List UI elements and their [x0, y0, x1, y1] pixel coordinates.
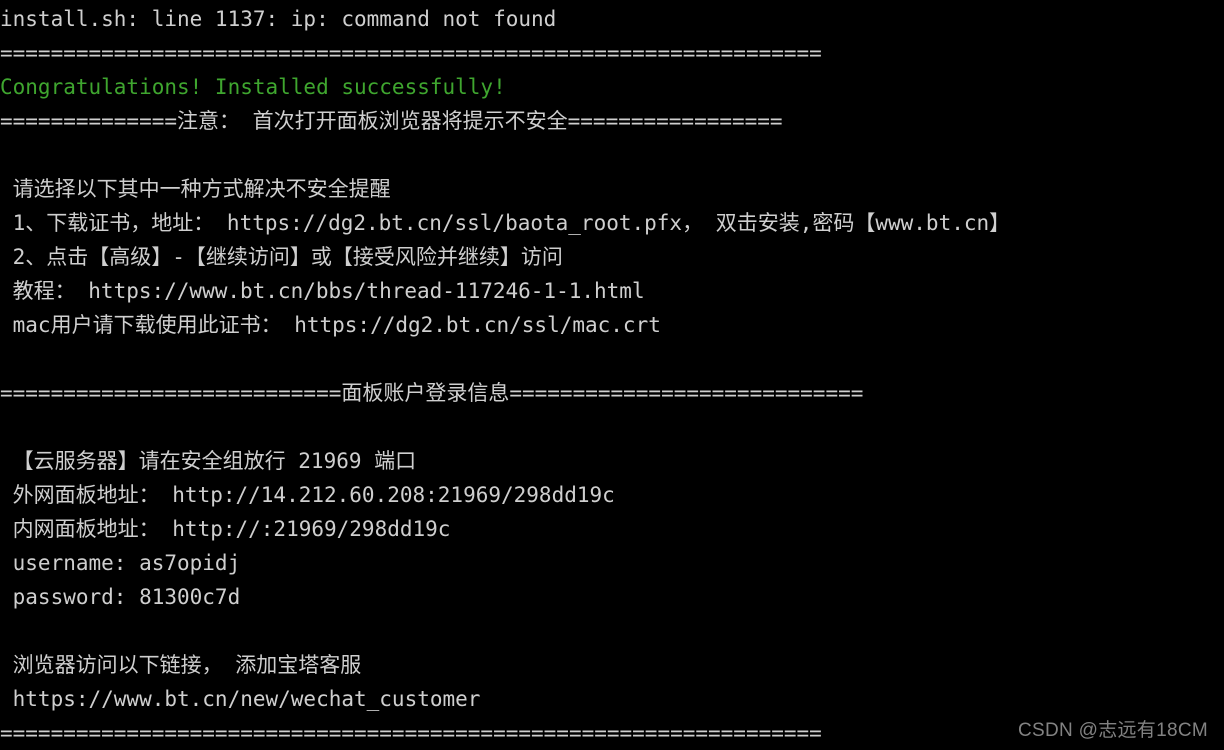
terminal-line: 外网面板地址： http://14.212.60.208:21969/298dd… — [0, 483, 615, 507]
terminal-line: install.sh: line 1137: ip: command not f… — [0, 7, 557, 31]
terminal-output-pane[interactable]: install.sh: line 1137: ip: command not f… — [0, 0, 1224, 748]
terminal-line: 【云服务器】请在安全组放行 21969 端口 — [0, 449, 417, 473]
terminal-line: 内网面板地址： http://:21969/298dd19c — [0, 517, 451, 541]
terminal-line: mac用户请下载使用此证书： https://dg2.bt.cn/ssl/mac… — [0, 313, 661, 337]
terminal-line: ===========================面板账户登录信息=====… — [0, 381, 864, 405]
terminal-line: https://www.bt.cn/new/wechat_customer — [0, 687, 481, 711]
terminal-line: 1、下载证书，地址： https://dg2.bt.cn/ssl/baota_r… — [0, 211, 1011, 235]
terminal-line: 教程： https://www.bt.cn/bbs/thread-117246-… — [0, 279, 645, 303]
terminal-line: 2、点击【高级】-【继续访问】或【接受风险并继续】访问 — [0, 245, 563, 269]
terminal-line: ==============注意： 首次打开面板浏览器将提示不安全=======… — [0, 109, 783, 133]
terminal-line: 浏览器访问以下链接， 添加宝塔客服 — [0, 653, 362, 677]
terminal-line: password: 81300c7d — [0, 585, 241, 609]
terminal-line: 请选择以下其中一种方式解决不安全提醒 — [0, 177, 391, 201]
terminal-line: Congratulations! Installed successfully! — [0, 75, 506, 99]
terminal-line: username: as7opidj — [0, 551, 241, 575]
csdn-watermark: CSDN @志远有18CM — [1018, 720, 1208, 741]
terminal-line: ========================================… — [0, 41, 822, 65]
